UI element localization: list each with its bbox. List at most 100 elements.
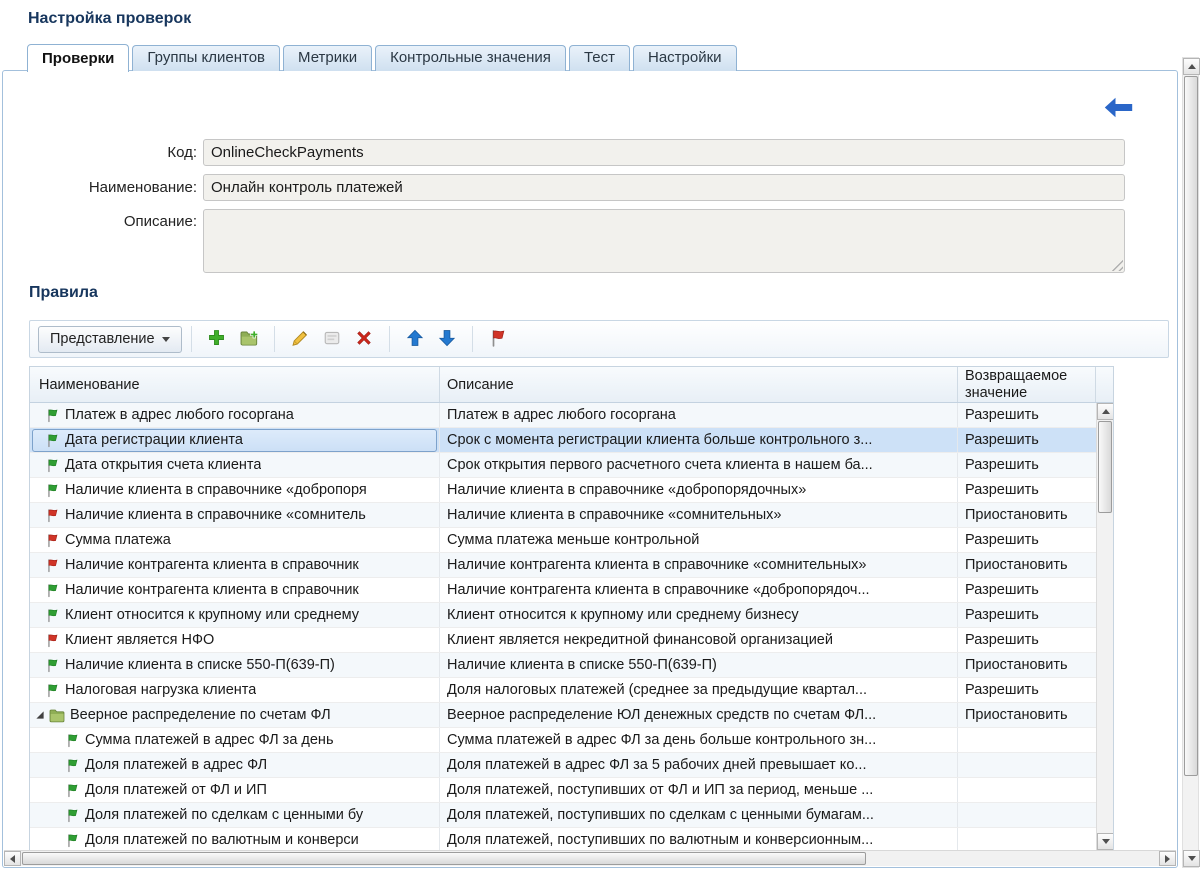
rule-description: Доля платежей, поступивших от ФЛ и ИП за… [440, 778, 958, 802]
rule-name: Наличие клиента в списке 550-П(639-П) [65, 653, 335, 677]
green-flag-icon [45, 433, 60, 448]
table-row[interactable]: Платеж в адрес любого госоргана Платеж в… [30, 403, 1096, 428]
tab-client-groups[interactable]: Группы клиентов [132, 45, 280, 71]
add-group-button[interactable] [235, 325, 263, 353]
rule-description: Наличие контрагента клиента в справочник… [440, 553, 958, 577]
back-arrow-icon[interactable] [1104, 97, 1133, 123]
folder-icon [49, 708, 65, 723]
add-plus-icon [208, 329, 225, 349]
rule-return-value [958, 753, 1096, 777]
table-row[interactable]: Доля платежей по сделкам с ценными бу До… [30, 803, 1096, 828]
table-row[interactable]: Сумма платежей в адрес ФЛ за день Сумма … [30, 728, 1096, 753]
table-row[interactable]: Наличие клиента в справочнике «сомнитель… [30, 503, 1096, 528]
arrow-down-icon [1188, 856, 1196, 861]
row-name-cell: Налоговая нагрузка клиента [32, 679, 437, 702]
row-name-cell: Клиент относится к крупному или среднему [32, 604, 437, 627]
scroll-right-button[interactable] [1159, 851, 1176, 866]
rule-name: Клиент является НФО [65, 628, 214, 652]
rule-return-value: Разрешить [958, 453, 1096, 477]
rule-return-value: Разрешить [958, 528, 1096, 552]
page-vertical-scrollbar[interactable] [1182, 57, 1199, 868]
tab-control-values[interactable]: Контрольные значения [375, 45, 566, 71]
rules-table: Наименование Описание Возвращаемое значе… [29, 366, 1114, 851]
rule-name: Наличие клиента в справочнике «сомнитель [65, 503, 366, 527]
column-header-description[interactable]: Описание [440, 367, 958, 402]
name-input[interactable] [203, 174, 1125, 201]
rule-description: Клиент относится к крупному или среднему… [440, 603, 958, 627]
rule-name: Дата открытия счета клиента [65, 453, 261, 477]
row-name-cell: Доля платежей по валютным и конверси [32, 829, 437, 851]
rule-description: Доля налоговых платежей (среднее за пред… [440, 678, 958, 702]
table-row[interactable]: Наличие клиента в справочнике «добропоря… [30, 478, 1096, 503]
green-flag-icon [45, 583, 60, 598]
row-name-cell: Наличие контрагента клиента в справочник [32, 554, 437, 577]
properties-button-disabled[interactable] [318, 325, 346, 353]
table-row[interactable]: Наличие контрагента клиента в справочник… [30, 553, 1096, 578]
rule-description: Сумма платежа меньше контрольной [440, 528, 958, 552]
description-textarea[interactable] [203, 209, 1125, 273]
view-dropdown-button[interactable]: Представление [38, 326, 182, 353]
scroll-left-button[interactable] [4, 851, 21, 866]
header-scrollbar-spacer [1096, 367, 1113, 402]
rule-name: Сумма платежей в адрес ФЛ за день [85, 728, 334, 752]
scroll-down-button[interactable] [1097, 833, 1113, 850]
green-flag-icon [45, 683, 60, 698]
tab-metrics[interactable]: Метрики [283, 45, 372, 71]
rule-return-value: Разрешить [958, 578, 1096, 602]
rule-name: Клиент относится к крупному или среднему [65, 603, 359, 627]
table-row[interactable]: Доля платежей в адрес ФЛ Доля платежей в… [30, 753, 1096, 778]
table-vertical-scrollbar[interactable] [1096, 403, 1113, 850]
rule-description: Доля платежей, поступивших по валютным и… [440, 828, 958, 850]
table-row[interactable]: Наличие контрагента клиента в справочник… [30, 578, 1096, 603]
rule-name: Доля платежей по сделкам с ценными бу [85, 803, 363, 827]
scrollbar-thumb[interactable] [22, 852, 866, 865]
row-name-cell: Наличие клиента в списке 550-П(639-П) [32, 654, 437, 677]
horizontal-scrollbar[interactable] [4, 850, 1176, 866]
rule-return-value: Приостановить [958, 503, 1096, 527]
table-row[interactable]: Дата открытия счета клиента Срок открыти… [30, 453, 1096, 478]
table-row[interactable]: Доля платежей по валютным и конверси Дол… [30, 828, 1096, 850]
rule-return-value: Приостановить [958, 653, 1096, 677]
add-rule-button[interactable] [203, 325, 231, 353]
scroll-down-button[interactable] [1183, 850, 1200, 867]
name-label: Наименование: [29, 179, 197, 196]
tab-checks[interactable]: Проверки [27, 44, 129, 72]
rule-return-value [958, 728, 1096, 752]
table-row[interactable]: Доля платежей от ФЛ и ИП Доля платежей, … [30, 778, 1096, 803]
table-row[interactable]: Дата регистрации клиента Срок с момента … [30, 428, 1096, 453]
delete-rule-button[interactable] [350, 325, 378, 353]
table-row[interactable]: Веерное распределение по счетам ФЛ Веерн… [30, 703, 1096, 728]
rule-return-value [958, 828, 1096, 850]
table-row[interactable]: Клиент относится к крупному или среднему… [30, 603, 1096, 628]
rule-name: Наличие контрагента клиента в справочник [65, 578, 359, 602]
code-input[interactable] [203, 139, 1125, 166]
flag-button[interactable] [484, 325, 512, 353]
rule-return-value [958, 803, 1096, 827]
rule-description: Наличие клиента в справочнике «добропоря… [440, 478, 958, 502]
rules-toolbar: Представление [29, 320, 1169, 358]
move-up-button[interactable] [401, 325, 429, 353]
green-flag-icon [45, 458, 60, 473]
toolbar-separator [191, 326, 192, 352]
column-header-name[interactable]: Наименование [30, 367, 440, 402]
column-header-return-value[interactable]: Возвращаемое значение [958, 367, 1096, 402]
scrollbar-thumb[interactable] [1098, 421, 1112, 513]
move-down-button[interactable] [433, 325, 461, 353]
green-flag-icon [45, 483, 60, 498]
table-header: Наименование Описание Возвращаемое значе… [30, 367, 1113, 403]
scroll-up-button[interactable] [1183, 58, 1200, 75]
scroll-up-button[interactable] [1097, 403, 1113, 420]
table-row[interactable]: Налоговая нагрузка клиента Доля налоговы… [30, 678, 1096, 703]
table-row[interactable]: Наличие клиента в списке 550-П(639-П) На… [30, 653, 1096, 678]
rule-return-value [958, 778, 1096, 802]
table-body: Платеж в адрес любого госоргана Платеж в… [30, 403, 1113, 850]
table-row[interactable]: Клиент является НФО Клиент является некр… [30, 628, 1096, 653]
table-row[interactable]: Сумма платежа Сумма платежа меньше контр… [30, 528, 1096, 553]
green-flag-icon [45, 608, 60, 623]
tab-settings[interactable]: Настройки [633, 45, 737, 71]
scrollbar-thumb[interactable] [1184, 76, 1198, 776]
tab-test[interactable]: Тест [569, 45, 630, 71]
edit-rule-button[interactable] [286, 325, 314, 353]
expander-expanded-icon[interactable] [35, 710, 49, 720]
rule-description: Сумма платежей в адрес ФЛ за день больше… [440, 728, 958, 752]
